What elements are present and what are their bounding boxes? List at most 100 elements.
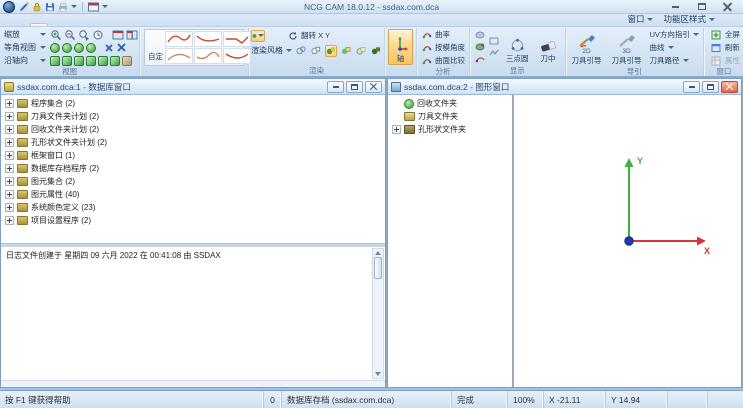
view-single-window-icon[interactable]: [112, 30, 124, 40]
ribbon-tab[interactable]: [48, 24, 64, 26]
tree-item[interactable]: 框架窗口 (1): [1, 149, 385, 162]
ribbon-tab[interactable]: [144, 24, 160, 26]
view-preset-thumbnail[interactable]: [165, 31, 193, 47]
zoom-dropdown[interactable]: 缩放: [2, 29, 48, 40]
print-icon[interactable]: [58, 2, 68, 12]
render-dark-icon[interactable]: [370, 45, 382, 57]
expand-icon[interactable]: [5, 138, 14, 147]
chevron-down-icon[interactable]: [71, 5, 77, 8]
expand-icon[interactable]: [5, 164, 14, 173]
ribbon-tab[interactable]: [128, 24, 144, 26]
iso-view-icon[interactable]: [50, 43, 60, 53]
refresh-button[interactable]: 刷新: [709, 41, 742, 54]
zoom-in-icon[interactable]: [50, 29, 62, 41]
ribbon-tab[interactable]: [80, 24, 96, 26]
graphics-viewport[interactable]: Y X: [514, 95, 741, 387]
render-translucent-icon[interactable]: [355, 45, 367, 57]
display-option-icon[interactable]: [474, 30, 485, 41]
ribbon-tab[interactable]: [176, 24, 192, 26]
expand-icon[interactable]: [5, 151, 14, 160]
lock-icon[interactable]: [32, 2, 42, 12]
custom-gallery-label[interactable]: 自定: [146, 51, 165, 64]
close-button[interactable]: [365, 81, 382, 93]
view-preset-gallery[interactable]: 自定: [144, 29, 244, 66]
tree-item[interactable]: 数据库存档程序 (2): [1, 162, 385, 175]
view-preset-thumbnail[interactable]: [223, 48, 251, 64]
ribbon-tab[interactable]: [192, 24, 208, 26]
display-option-icon[interactable]: [474, 54, 485, 65]
current-view-swatch[interactable]: [251, 30, 265, 42]
ribbon-tab[interactable]: [30, 23, 48, 26]
properties-button[interactable]: 属性: [709, 54, 742, 67]
scrollbar-thumb[interactable]: [374, 257, 382, 279]
axis-view-icon[interactable]: [62, 56, 72, 66]
fit-view-icon[interactable]: [104, 43, 114, 53]
maximize-button[interactable]: [689, 1, 714, 13]
axis-view-icon[interactable]: [74, 56, 84, 66]
expand-icon[interactable]: [5, 216, 14, 225]
tree-item[interactable]: 孔形状文件夹计划 (2): [1, 136, 385, 149]
horizontal-scrollbar[interactable]: [1, 380, 385, 387]
expand-icon[interactable]: [5, 125, 14, 134]
window-layout-icon[interactable]: [88, 2, 99, 12]
rotate-icon[interactable]: [288, 31, 298, 41]
axis-toggle-button[interactable]: 轴: [388, 29, 413, 65]
axis-view-icon[interactable]: [122, 56, 132, 66]
iso-view-icon[interactable]: [74, 43, 84, 53]
close-button[interactable]: [715, 1, 740, 13]
view-preset-thumbnail[interactable]: [223, 31, 251, 47]
tool-guide-3d-button[interactable]: 3D 刀具引导: [608, 28, 646, 67]
app-menu-button[interactable]: [3, 1, 15, 13]
tree-item[interactable]: 图元属性 (40): [1, 188, 385, 201]
uv-guide-dropdown[interactable]: UV方向指引: [648, 28, 701, 41]
axis-view-icon[interactable]: [110, 56, 120, 66]
tree-item[interactable]: 系统颜色定义 (23): [1, 201, 385, 214]
maximize-button[interactable]: [702, 81, 719, 93]
expand-icon[interactable]: [5, 190, 14, 199]
analysis-item[interactable]: 曲面比较: [419, 54, 467, 67]
save-icon[interactable]: [45, 2, 55, 12]
display-option-icon[interactable]: [488, 48, 499, 59]
tree-item[interactable]: 图元集合 (2): [1, 175, 385, 188]
view-preset-thumbnail[interactable]: [165, 48, 193, 64]
expand-icon[interactable]: [5, 177, 14, 186]
fit-all-icon[interactable]: [116, 42, 127, 53]
ribbon-tab[interactable]: [160, 24, 176, 26]
view-multi-window-icon[interactable]: [126, 30, 138, 40]
isometric-view-dropdown[interactable]: 等角视图: [2, 42, 48, 53]
flip-xy-button[interactable]: 翻转 X Y: [301, 30, 330, 41]
fullscreen-button[interactable]: 全屏: [709, 28, 742, 41]
graphics-window-titlebar[interactable]: ssdax.com.dca:2 - 图形窗口: [388, 79, 741, 95]
tree-item[interactable]: 回收文件夹: [388, 97, 512, 110]
display-option-icon[interactable]: [474, 42, 485, 53]
ribbon-style-menu[interactable]: 功能区样式: [663, 13, 715, 25]
zoom-select-icon[interactable]: [78, 29, 90, 41]
minimize-button[interactable]: [663, 1, 688, 13]
analysis-item[interactable]: 按模角度: [419, 41, 467, 54]
analysis-item[interactable]: 曲率: [419, 28, 467, 41]
minimize-button[interactable]: [327, 81, 344, 93]
iso-view-icon[interactable]: [86, 43, 96, 53]
tree-item[interactable]: 程序集合 (2): [1, 97, 385, 110]
view-preset-thumbnail[interactable]: [194, 31, 222, 47]
expand-icon[interactable]: [5, 99, 14, 108]
tree-item[interactable]: 刀具文件夹: [388, 110, 512, 123]
tree-item[interactable]: 孔形状文件夹: [388, 123, 512, 136]
render-hidden-line-icon[interactable]: [310, 45, 322, 57]
database-window-titlebar[interactable]: ssdax.com.dca:1 - 数据库窗口: [1, 79, 385, 95]
axis-view-icon[interactable]: [86, 56, 96, 66]
view-preset-thumbnail[interactable]: [194, 48, 222, 64]
tool-center-button[interactable]: 刀中: [536, 29, 561, 65]
window-menu[interactable]: 窗口: [627, 13, 653, 25]
scroll-down-icon[interactable]: [375, 372, 381, 376]
tree-item[interactable]: 回收文件夹计划 (2): [1, 123, 385, 136]
tree-item[interactable]: 刀具文件夹计划 (2): [1, 110, 385, 123]
maximize-button[interactable]: [346, 81, 363, 93]
curve-dropdown[interactable]: 曲线: [648, 41, 701, 54]
render-wireframe-icon[interactable]: [295, 45, 307, 57]
scroll-up-icon[interactable]: [375, 251, 381, 255]
iso-view-icon[interactable]: [62, 43, 72, 53]
expand-icon[interactable]: [5, 112, 14, 121]
along-axis-dropdown[interactable]: 沿轴向: [2, 55, 48, 66]
ribbon-tab[interactable]: [112, 24, 128, 26]
